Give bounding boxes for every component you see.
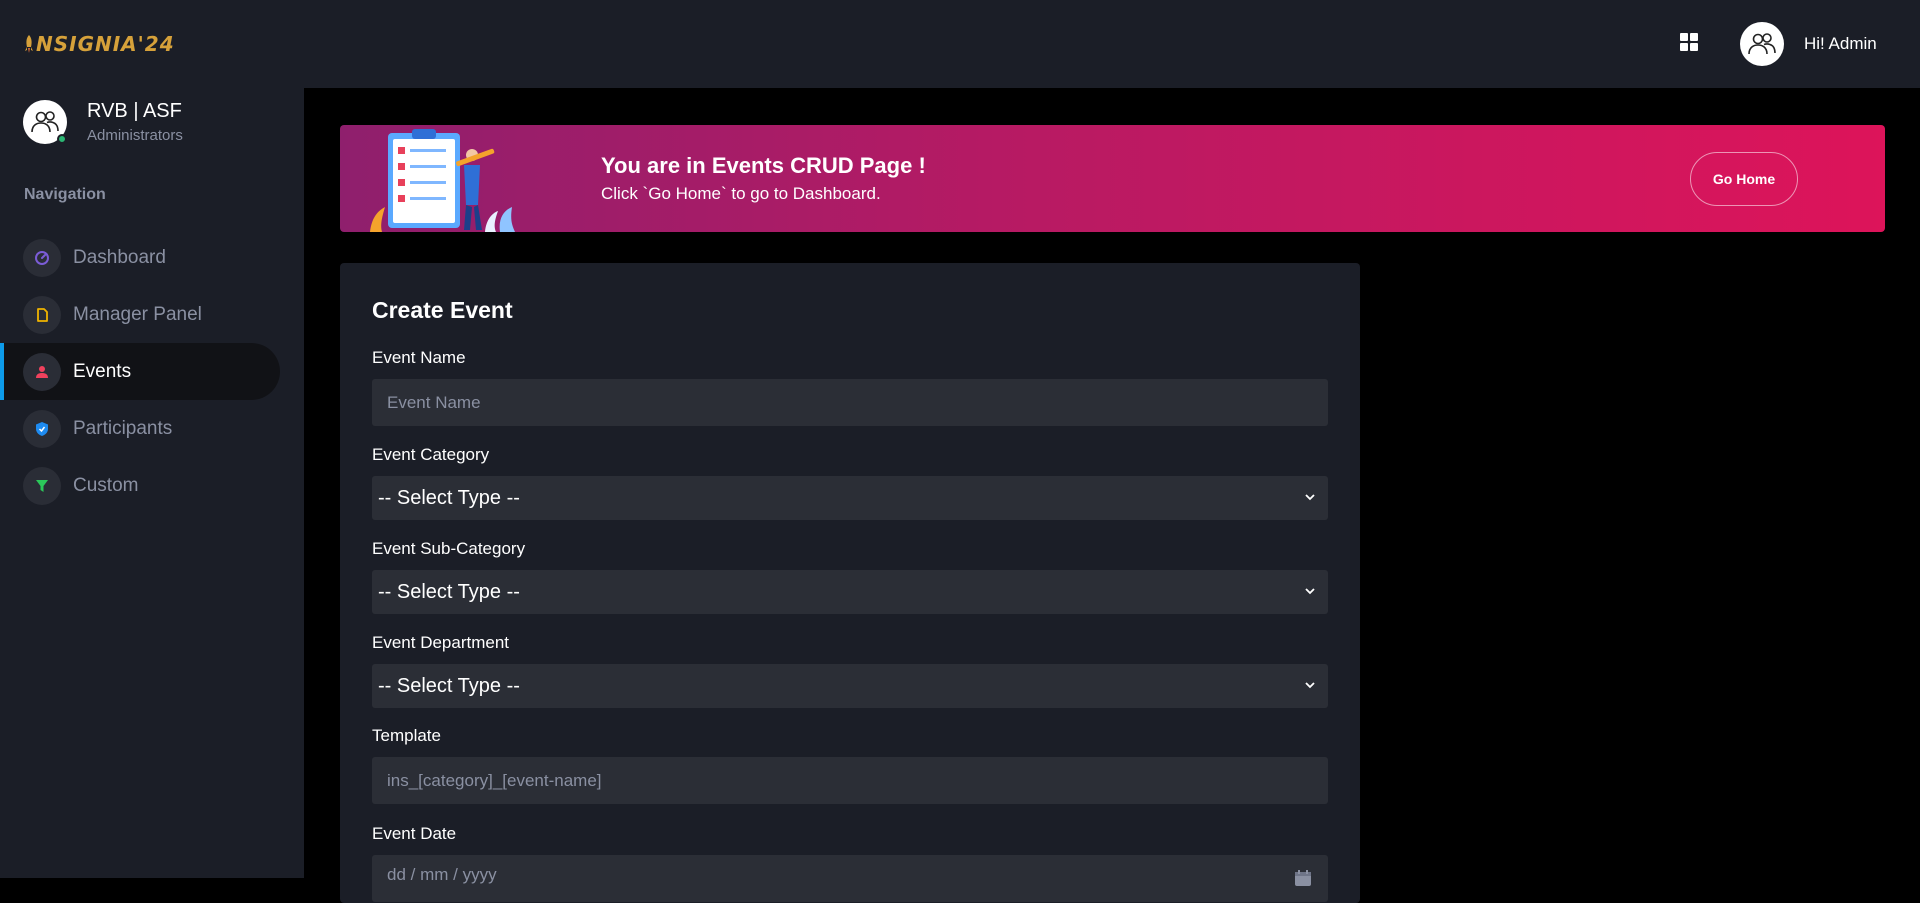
chevron-down-icon	[1305, 682, 1315, 689]
sidebar-nav: Dashboard Manager Panel Events Participa…	[0, 229, 304, 514]
profile-role: Administrators	[87, 127, 183, 144]
event-date-placeholder: dd / mm / yyyy	[387, 865, 497, 884]
sidebar-item-label: Participants	[73, 417, 173, 439]
avatar[interactable]	[23, 100, 67, 144]
event-sub-category-value: -- Select Type --	[378, 580, 520, 603]
event-date-input[interactable]: dd / mm / yyyy	[372, 855, 1328, 902]
file-icon	[23, 295, 61, 334]
sidebar-item-label: Dashboard	[73, 246, 166, 268]
event-category-value: -- Select Type --	[378, 486, 520, 509]
create-event-card: Create Event Event Name Event Name Event…	[340, 263, 1360, 903]
chevron-down-icon	[1305, 588, 1315, 595]
form-title: Create Event	[372, 297, 513, 323]
event-sub-category-select[interactable]: -- Select Type --	[372, 570, 1328, 614]
sidebar-item-manager-panel[interactable]: Manager Panel	[0, 286, 280, 343]
app-logo[interactable]: NSIGNIA'24	[24, 31, 175, 57]
header-avatar[interactable]	[1740, 22, 1784, 66]
event-department-label: Event Department	[372, 633, 510, 652]
template-label: Template	[372, 726, 441, 745]
rocket-icon	[25, 35, 33, 53]
users-icon	[1748, 33, 1776, 55]
banner-title: You are in Events CRUD Page !	[601, 153, 926, 178]
person-icon	[23, 352, 61, 391]
chevron-down-icon	[1305, 494, 1315, 501]
event-category-label: Event Category	[372, 445, 490, 464]
banner-subtitle: Click `Go Home` to go to Dashboard.	[601, 184, 881, 203]
gauge-icon	[23, 238, 61, 277]
apps-grid-icon[interactable]	[1680, 33, 1698, 51]
sidebar-item-dashboard[interactable]: Dashboard	[0, 229, 280, 286]
event-date-label: Event Date	[372, 824, 457, 843]
user-greeting[interactable]: Hi! Admin	[1804, 34, 1877, 54]
users-icon	[31, 111, 59, 133]
online-status-dot	[57, 134, 67, 144]
sidebar: NSIGNIA'24 RVB | ASF Administrators Navi…	[0, 0, 304, 878]
profile-name: RVB | ASF	[87, 100, 182, 122]
page-banner: You are in Events CRUD Page ! Click `Go …	[340, 125, 1885, 232]
calendar-icon[interactable]	[1294, 869, 1312, 887]
top-header	[304, 0, 1920, 88]
sidebar-item-label: Manager Panel	[73, 303, 202, 325]
event-name-label: Event Name	[372, 348, 466, 367]
sidebar-item-label: Custom	[73, 474, 139, 496]
event-sub-category-label: Event Sub-Category	[372, 539, 526, 558]
template-input[interactable]: ins_[category]_[event-name]	[372, 757, 1328, 804]
checklist-illustration	[370, 129, 515, 232]
shield-icon	[23, 409, 61, 448]
user-profile: RVB | ASF Administrators	[23, 100, 183, 144]
event-category-select[interactable]: -- Select Type --	[372, 476, 1328, 520]
nav-section-label: Navigation	[24, 186, 106, 203]
event-name-input[interactable]: Event Name	[372, 379, 1328, 426]
filter-icon	[23, 466, 61, 505]
go-home-button[interactable]: Go Home	[1690, 152, 1798, 206]
sidebar-item-participants[interactable]: Participants	[0, 400, 280, 457]
sidebar-item-custom[interactable]: Custom	[0, 457, 280, 514]
event-department-select[interactable]: -- Select Type --	[372, 664, 1328, 708]
sidebar-item-events[interactable]: Events	[0, 343, 280, 400]
event-department-value: -- Select Type --	[378, 674, 520, 697]
logo-text: NSIGNIA'24	[36, 32, 175, 56]
sidebar-item-label: Events	[73, 360, 132, 382]
